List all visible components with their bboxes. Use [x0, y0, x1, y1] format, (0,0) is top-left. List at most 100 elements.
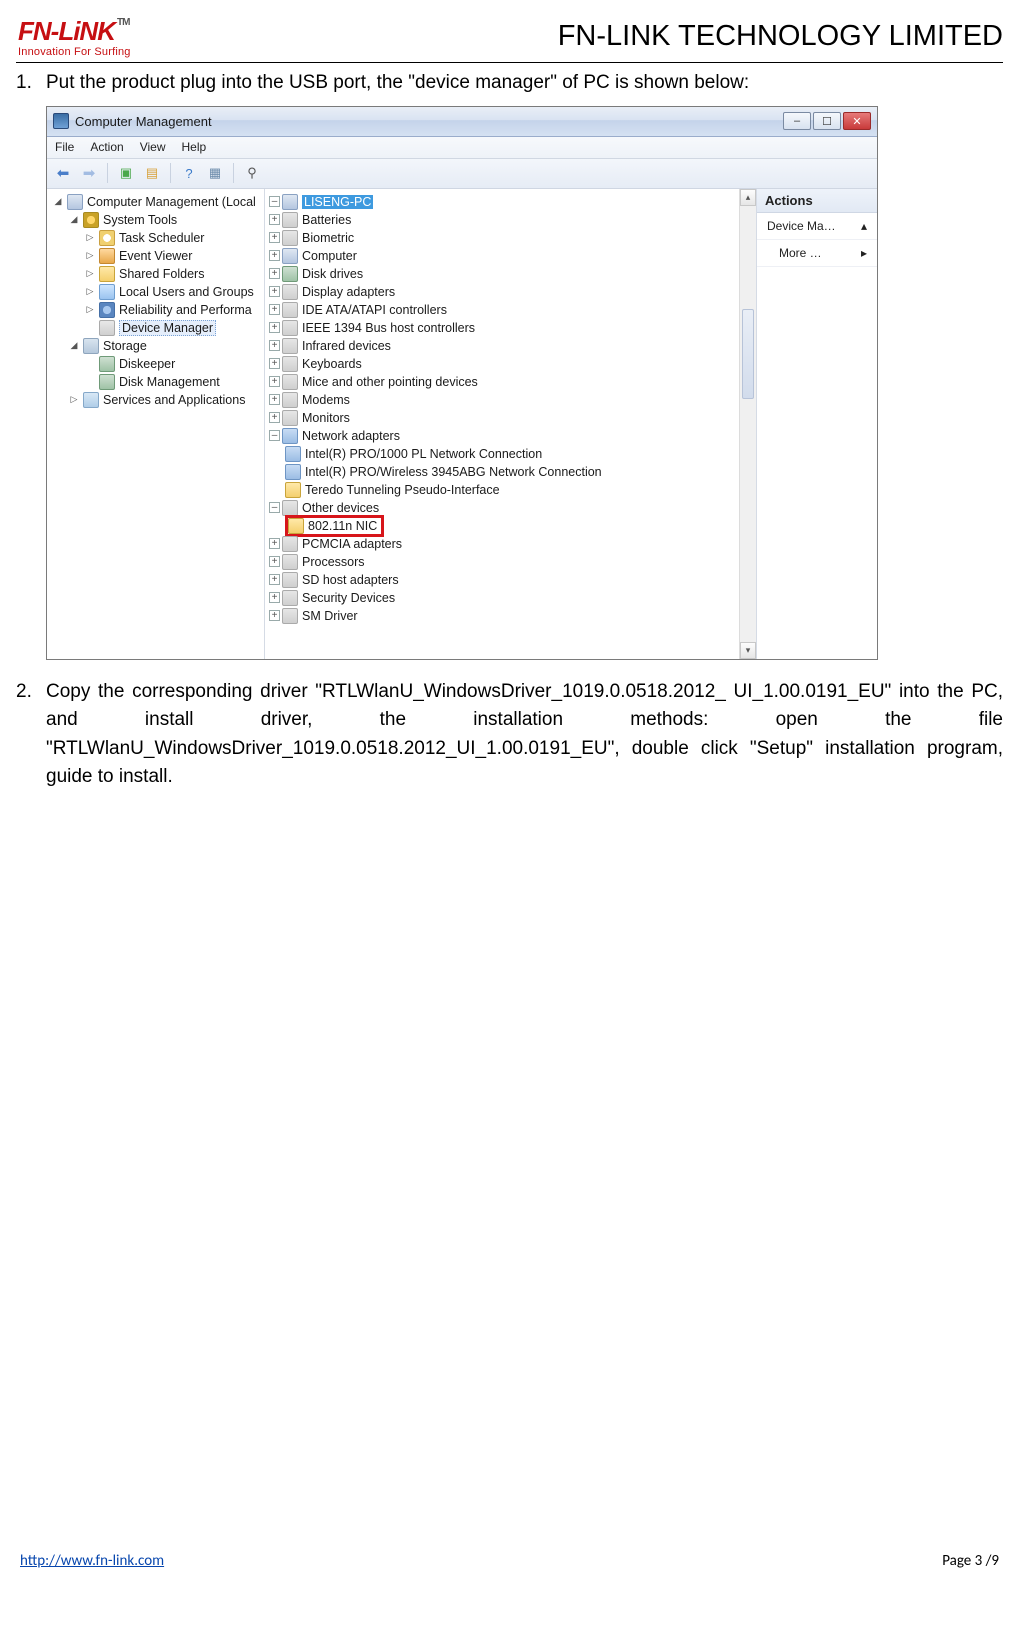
computer-icon	[67, 194, 83, 210]
dev-label: Keyboards	[302, 357, 362, 371]
gear-icon	[83, 212, 99, 228]
device-tree: –LISENG-PC +Batteries +Biometric +Comput…	[267, 193, 756, 625]
users-icon	[99, 284, 115, 300]
tree-diskeeper[interactable]: Diskeeper	[51, 355, 264, 373]
mid-vscroll[interactable]: ▴ ▾	[739, 189, 756, 659]
diskeeper-icon	[99, 356, 115, 372]
tree-task-scheduler[interactable]: ▷Task Scheduler	[51, 229, 264, 247]
tree-system-tools[interactable]: ◢System Tools	[51, 211, 264, 229]
footer-link[interactable]: http://www.fn-link.com	[20, 1552, 164, 1570]
refresh-button[interactable]: ▤	[140, 162, 164, 184]
dev-label: Computer	[302, 249, 357, 263]
device-category-icon	[282, 392, 298, 408]
dev-item[interactable]: +Mice and other pointing devices	[267, 373, 738, 391]
window-title: Computer Management	[75, 114, 783, 129]
services-icon	[83, 392, 99, 408]
device-category-icon	[282, 338, 298, 354]
vscroll-thumb[interactable]	[742, 309, 754, 399]
tree-storage[interactable]: ◢Storage	[51, 337, 264, 355]
tree-services[interactable]: ▷Services and Applications	[51, 391, 264, 409]
maximize-button[interactable]: ☐	[813, 112, 841, 130]
tree-shared-label: Shared Folders	[119, 267, 204, 281]
device-category-icon	[282, 302, 298, 318]
nav-tree-pane: ◢Computer Management (Local ◢System Tool…	[47, 189, 265, 659]
page-number: Page 3 /9	[942, 1552, 999, 1570]
scan-button[interactable]: ⚲	[240, 162, 264, 184]
menu-help[interactable]: Help	[182, 140, 207, 154]
dev-label: Monitors	[302, 411, 350, 425]
storage-icon	[83, 338, 99, 354]
actions-item-more[interactable]: More … ▸	[757, 240, 877, 267]
tree-local-users[interactable]: ▷Local Users and Groups	[51, 283, 264, 301]
disk-mgmt-icon	[99, 374, 115, 390]
dev-item[interactable]: +Monitors	[267, 409, 738, 427]
dev-root-label: LISENG-PC	[302, 195, 373, 209]
dev-item[interactable]: +Disk drives	[267, 265, 738, 283]
pc-icon	[282, 194, 298, 210]
actions-header: Actions	[757, 189, 877, 213]
dev-item[interactable]: +IEEE 1394 Bus host controllers	[267, 319, 738, 337]
tree-root[interactable]: ◢Computer Management (Local	[51, 193, 264, 211]
vscroll-down-icon[interactable]: ▾	[740, 642, 756, 659]
menubar: File Action View Help	[47, 137, 877, 159]
page-header: FN-LiNKTM Innovation For Surfing FN-LINK…	[16, 18, 1003, 58]
device-tree-pane: –LISENG-PC +Batteries +Biometric +Comput…	[265, 189, 757, 659]
dev-net-child[interactable]: Intel(R) PRO/1000 PL Network Connection	[267, 445, 738, 463]
nic-icon	[285, 464, 301, 480]
dev-item[interactable]: +SD host adapters	[267, 571, 738, 589]
minimize-button[interactable]: –	[783, 112, 811, 130]
tree-shared-folders[interactable]: ▷Shared Folders	[51, 265, 264, 283]
logo-text: FN-LiNKTM	[18, 18, 131, 44]
dev-item[interactable]: +PCMCIA adapters	[267, 535, 738, 553]
step-2: 2. Copy the corresponding driver "RTLWla…	[16, 678, 1003, 792]
nic-warn-icon	[285, 482, 301, 498]
dev-item[interactable]: +Computer	[267, 247, 738, 265]
up-button[interactable]: ▣	[114, 162, 138, 184]
dev-other-child-highlight[interactable]: 802.11n NIC	[267, 517, 738, 535]
nav-tree: ◢Computer Management (Local ◢System Tool…	[51, 193, 264, 409]
close-button[interactable]: ✕	[843, 112, 871, 130]
menu-file[interactable]: File	[55, 140, 74, 154]
dev-item[interactable]: +SM Driver	[267, 607, 738, 625]
dev-item[interactable]: +Processors	[267, 553, 738, 571]
tree-svc-label: Services and Applications	[103, 393, 245, 407]
dev-label: Processors	[302, 555, 365, 569]
other-devices-icon	[282, 500, 298, 516]
dev-label: Security Devices	[302, 591, 395, 605]
dev-label: Mice and other pointing devices	[302, 375, 478, 389]
dev-other-label: Other devices	[302, 501, 379, 515]
menu-view[interactable]: View	[140, 140, 166, 154]
menu-action[interactable]: Action	[90, 140, 123, 154]
properties-button[interactable]: ▦	[203, 162, 227, 184]
dev-item[interactable]: +Keyboards	[267, 355, 738, 373]
help-button[interactable]: ?	[177, 162, 201, 184]
tree-device-manager[interactable]: Device Manager	[51, 319, 264, 337]
dev-label: IDE ATA/ATAPI controllers	[302, 303, 447, 317]
dev-network-adapters[interactable]: –Network adapters	[267, 427, 738, 445]
dev-item[interactable]: +IDE ATA/ATAPI controllers	[267, 301, 738, 319]
tree-disk-management[interactable]: Disk Management	[51, 373, 264, 391]
dev-root[interactable]: –LISENG-PC	[267, 193, 738, 211]
dev-item[interactable]: +Security Devices	[267, 589, 738, 607]
dev-item[interactable]: +Infrared devices	[267, 337, 738, 355]
dev-net-child[interactable]: Intel(R) PRO/Wireless 3945ABG Network Co…	[267, 463, 738, 481]
logo-tm: TM	[117, 17, 129, 28]
dev-item[interactable]: +Biometric	[267, 229, 738, 247]
tree-event-viewer[interactable]: ▷Event Viewer	[51, 247, 264, 265]
dev-item[interactable]: +Modems	[267, 391, 738, 409]
actions-item-devicemgr[interactable]: Device Ma… ▴	[757, 213, 877, 240]
back-button[interactable]: ⬅	[51, 162, 75, 184]
tree-reliability[interactable]: ▷Reliability and Performa	[51, 301, 264, 319]
dev-item[interactable]: +Batteries	[267, 211, 738, 229]
dev-net-label: Network adapters	[302, 429, 400, 443]
dev-label: Modems	[302, 393, 350, 407]
dev-label: SM Driver	[302, 609, 358, 623]
device-manager-icon	[99, 320, 115, 336]
dev-item[interactable]: +Display adapters	[267, 283, 738, 301]
vscroll-up-icon[interactable]: ▴	[740, 189, 756, 206]
dev-label: Display adapters	[302, 285, 395, 299]
dev-net-child[interactable]: Teredo Tunneling Pseudo-Interface	[267, 481, 738, 499]
forward-button[interactable]: ➡	[77, 162, 101, 184]
device-category-icon	[282, 608, 298, 624]
titlebar[interactable]: Computer Management – ☐ ✕	[47, 107, 877, 137]
